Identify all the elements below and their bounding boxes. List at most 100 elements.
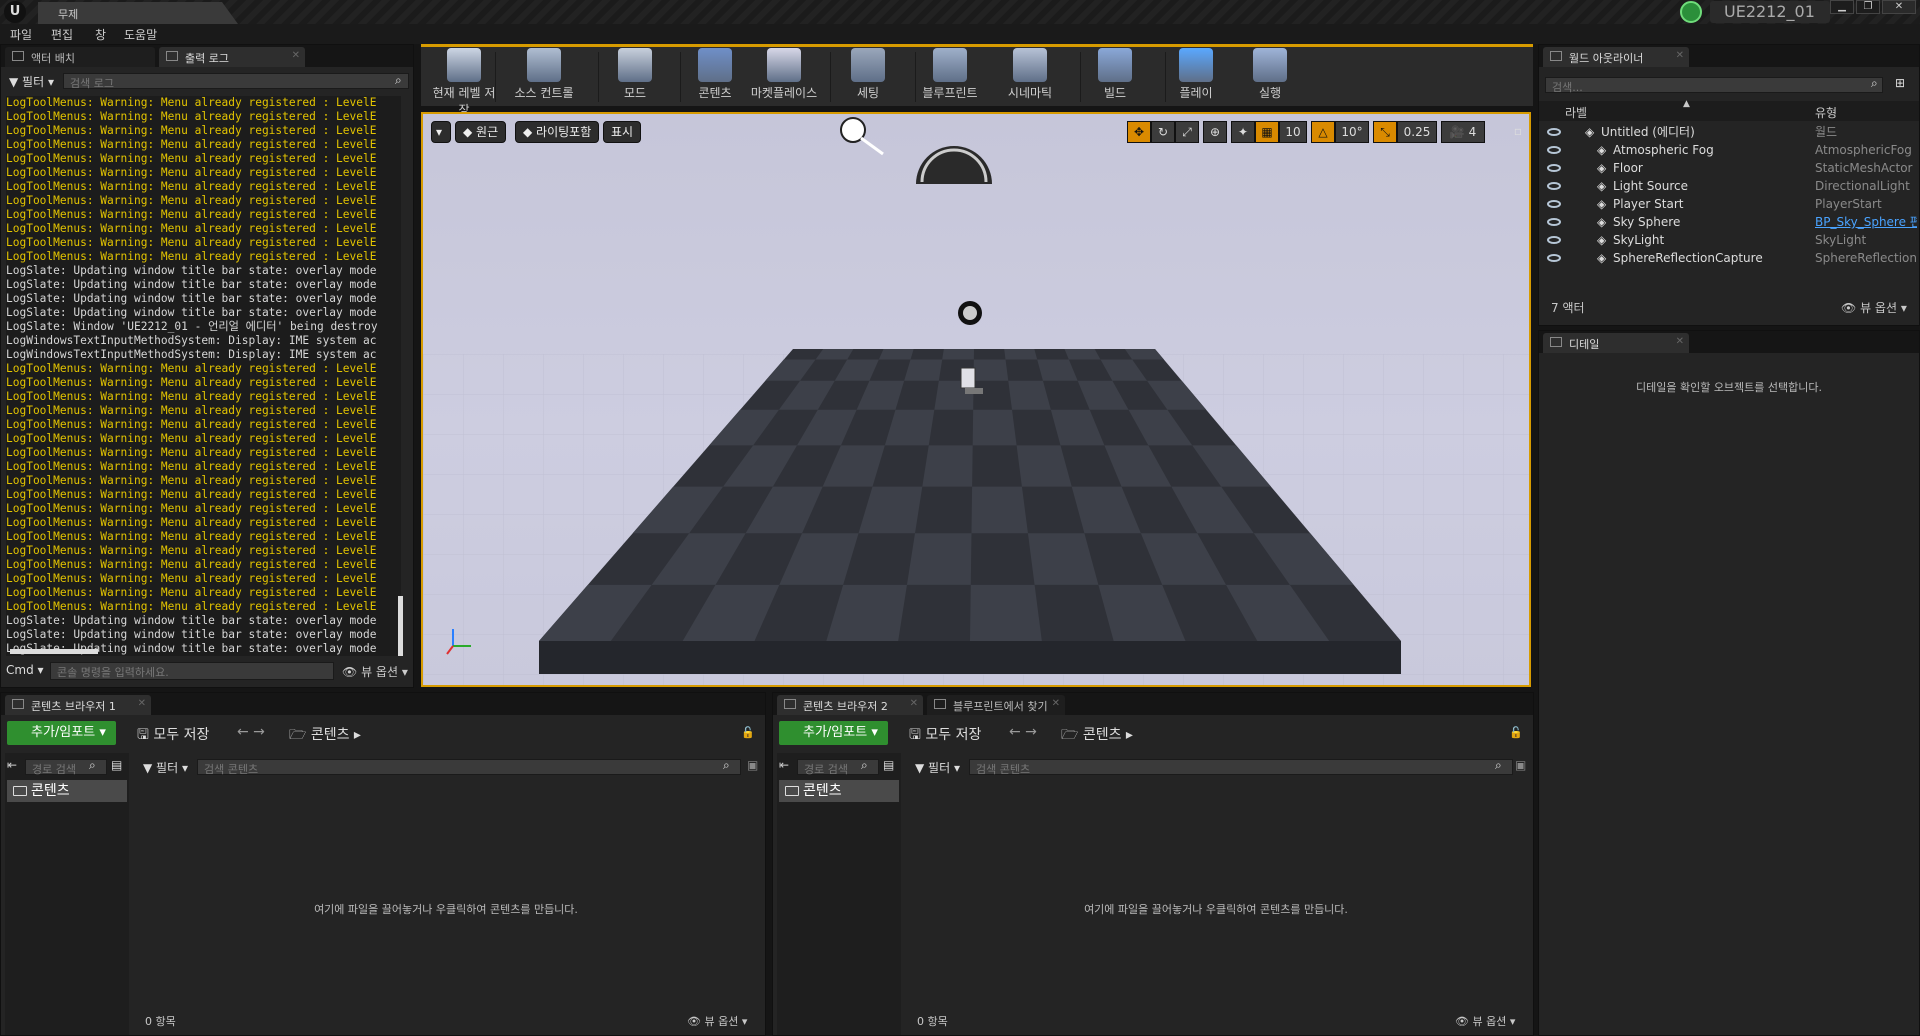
- menu-window[interactable]: 창: [95, 26, 106, 43]
- tab-details[interactable]: 디테일 ✕: [1543, 333, 1689, 353]
- sun-light-icon[interactable]: [840, 117, 884, 156]
- maximize-viewport-icon[interactable]: ▫: [1511, 121, 1525, 143]
- tab-content-browser[interactable]: 콘텐츠 브라우저 2 ✕: [777, 695, 923, 715]
- log-search-input[interactable]: 검색 로그: [63, 73, 409, 90]
- lock-icon[interactable]: 🔓: [741, 726, 755, 739]
- menu-file[interactable]: 파일: [10, 26, 32, 43]
- view-options-button[interactable]: 👁 뷰 옵션 ▾: [1841, 299, 1907, 316]
- toolbar-button-settings[interactable]: 세팅: [848, 48, 888, 104]
- save-all-button[interactable]: 🖫 모두 저장: [909, 724, 981, 748]
- view-options-button[interactable]: 👁 뷰 옵션 ▾: [687, 1013, 747, 1029]
- path-options-icon[interactable]: ▤: [111, 758, 122, 772]
- collapse-sources-icon[interactable]: ⇤: [7, 758, 17, 772]
- outliner-row[interactable]: ◈ Sky Sphere BP_Sky_Sphere 편: [1539, 213, 1919, 231]
- view-options-button[interactable]: 👁 뷰 옵션 ▾: [342, 663, 408, 680]
- tab-content-browser[interactable]: 블루프린트에서 찾기 ✕: [927, 695, 1065, 715]
- reflection-capture-icon[interactable]: [958, 301, 982, 325]
- close-tab-icon[interactable]: ✕: [138, 698, 146, 709]
- visibility-eye-icon[interactable]: [1547, 128, 1561, 136]
- save-all-button[interactable]: 🖫 모두 저장: [137, 724, 209, 748]
- log-output[interactable]: LogToolMenus: Warning: Menu already regi…: [6, 96, 401, 656]
- view-options-button[interactable]: 👁 뷰 옵션 ▾: [1455, 1013, 1515, 1029]
- minimize-button[interactable]: ▁: [1830, 0, 1854, 14]
- close-tab-icon[interactable]: ✕: [292, 50, 300, 61]
- outliner-row[interactable]: ◈ SkyLight SkyLight: [1539, 231, 1919, 249]
- tab-world-outliner[interactable]: 월드 아웃라이너 ✕: [1543, 47, 1689, 67]
- history-nav-icon[interactable]: ← →: [237, 724, 265, 740]
- close-tab-icon[interactable]: ✕: [1676, 50, 1684, 61]
- add-import-button[interactable]: 추가/임포트 ▾: [779, 721, 888, 745]
- perspective-button[interactable]: ◆ 원근: [455, 121, 507, 143]
- toolbar-button-play[interactable]: 플레이: [1175, 48, 1217, 104]
- actor-type[interactable]: BP_Sky_Sphere 편: [1815, 213, 1917, 231]
- viewport-options-button[interactable]: ▾: [431, 121, 451, 143]
- visibility-eye-icon[interactable]: [1547, 200, 1561, 208]
- cmd-dropdown[interactable]: Cmd ▾: [6, 663, 44, 677]
- toolbar-button-build[interactable]: 빌드: [1090, 48, 1140, 104]
- console-input[interactable]: 콘솔 명령을 입력하세요.: [50, 662, 334, 680]
- toolbar-button-source-control[interactable]: 소스 컨트롤: [505, 48, 583, 104]
- add-import-button[interactable]: 추가/임포트 ▾: [7, 721, 116, 745]
- add-folder-icon[interactable]: ⊞: [1895, 76, 1905, 90]
- toolbar-button-blueprint[interactable]: 블루프린트: [920, 48, 980, 104]
- scale-snap-value[interactable]: 0.25: [1397, 121, 1437, 143]
- outliner-search-input[interactable]: 검색...: [1545, 77, 1883, 94]
- world-local-icon[interactable]: ⊕: [1203, 121, 1227, 143]
- col-type[interactable]: 유형: [1815, 104, 1837, 121]
- camera-speed-button[interactable]: 🎥 4: [1441, 121, 1485, 143]
- filter-button[interactable]: ▼ 필터 ▾: [915, 759, 960, 776]
- show-button[interactable]: 표시: [603, 121, 642, 143]
- folder-content[interactable]: 콘텐츠: [779, 780, 899, 802]
- close-button[interactable]: ✕: [1882, 0, 1916, 14]
- close-tab-icon[interactable]: ✕: [1052, 698, 1060, 709]
- translate-tool-icon[interactable]: ✥: [1127, 121, 1151, 143]
- lock-icon[interactable]: 🔓: [1509, 726, 1523, 739]
- outliner-row[interactable]: ◈ Untitled (에디터) 월드: [1539, 123, 1919, 141]
- menu-edit[interactable]: 편집: [51, 26, 73, 43]
- visibility-eye-icon[interactable]: [1547, 254, 1561, 262]
- toolbar-button-save[interactable]: 현재 레벨 저장: [428, 48, 500, 117]
- toolbar-button-marketplace[interactable]: 마켓플레이스: [750, 48, 818, 104]
- toolbar-button-cinematics[interactable]: 시네마틱: [1000, 48, 1060, 104]
- outliner-row[interactable]: ◈ Player Start PlayerStart: [1539, 195, 1919, 213]
- toolbar-button-content[interactable]: 콘텐츠: [690, 48, 740, 104]
- level-viewport[interactable]: ▾ ◆ 원근 ◆ 라이팅포함 표시 ✥ ↻ ⤢ ⊕ ✦ ▦ 10 △ 10° ⤡…: [421, 112, 1531, 687]
- surface-snap-icon[interactable]: ✦: [1231, 121, 1255, 143]
- path-breadcrumb[interactable]: 🗁 콘텐츠 ▸: [1061, 724, 1133, 748]
- tab-content-browser[interactable]: 콘텐츠 브라우저 1 ✕: [5, 695, 151, 715]
- rotation-snap-icon[interactable]: △: [1311, 121, 1335, 143]
- path-breadcrumb[interactable]: 🗁 콘텐츠 ▸: [289, 724, 361, 748]
- save-search-icon[interactable]: ▣: [1515, 758, 1526, 772]
- visibility-eye-icon[interactable]: [1547, 182, 1561, 190]
- document-tab[interactable]: 무제: [38, 2, 238, 24]
- save-search-icon[interactable]: ▣: [747, 758, 758, 772]
- visibility-eye-icon[interactable]: [1547, 164, 1561, 172]
- toolbar-button-launch[interactable]: 실행: [1250, 48, 1290, 104]
- rotation-snap-value[interactable]: 10°: [1335, 121, 1369, 143]
- history-nav-icon[interactable]: ← →: [1009, 724, 1037, 740]
- menu-help[interactable]: 도움말: [124, 26, 157, 43]
- maximize-button[interactable]: ❐: [1856, 0, 1880, 14]
- close-tab-icon[interactable]: ✕: [910, 698, 918, 709]
- close-tab-icon[interactable]: ✕: [1676, 336, 1684, 347]
- rotate-tool-icon[interactable]: ↻: [1151, 121, 1175, 143]
- filter-button[interactable]: ▼ 필터 ▾: [9, 73, 54, 90]
- content-search-input[interactable]: 검색 콘텐츠: [969, 759, 1513, 776]
- toolbar-button-modes[interactable]: 모드: [610, 48, 660, 104]
- outliner-row[interactable]: ◈ Light Source DirectionalLight: [1539, 177, 1919, 195]
- lit-mode-button[interactable]: ◆ 라이팅포함: [515, 121, 600, 143]
- grid-snap-icon[interactable]: ▦: [1255, 121, 1279, 143]
- scale-snap-icon[interactable]: ⤡: [1373, 121, 1397, 143]
- log-scrollbar[interactable]: [398, 596, 403, 656]
- outliner-row[interactable]: ◈ Atmospheric Fog AtmosphericFog: [1539, 141, 1919, 159]
- visibility-eye-icon[interactable]: [1547, 146, 1561, 154]
- sky-light-icon[interactable]: [916, 146, 992, 184]
- outliner-row[interactable]: ◈ SphereReflectionCapture SphereReflection…: [1539, 249, 1919, 267]
- log-hscrollbar[interactable]: [10, 649, 98, 654]
- content-search-input[interactable]: 검색 콘텐츠: [197, 759, 741, 776]
- collapse-sources-icon[interactable]: ⇤: [779, 758, 789, 772]
- visibility-eye-icon[interactable]: [1547, 236, 1561, 244]
- visibility-eye-icon[interactable]: [1547, 218, 1561, 226]
- outliner-row[interactable]: ◈ Floor StaticMeshActor: [1539, 159, 1919, 177]
- folder-content[interactable]: 콘텐츠: [7, 780, 127, 802]
